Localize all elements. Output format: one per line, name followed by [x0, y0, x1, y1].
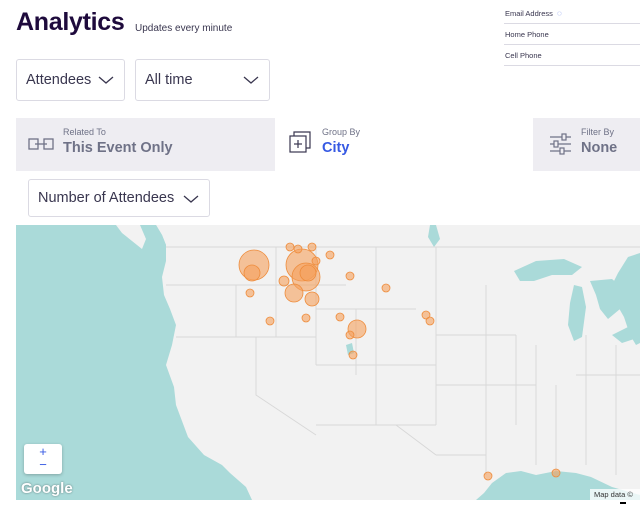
field-cell-phone[interactable]: Cell Phone — [504, 45, 640, 66]
map-canvas — [16, 225, 640, 500]
attendees-dropdown-value: Attendees — [26, 72, 92, 88]
link-event-icon — [28, 138, 54, 150]
tab-group-by[interactable]: Group By City — [275, 118, 533, 171]
tab-related-to[interactable]: Related To This Event Only — [16, 118, 275, 171]
analytics-tabs: Related To This Event Only Group By City… — [16, 118, 640, 171]
map-marker — [299, 264, 317, 282]
map-marker — [301, 313, 311, 323]
field-email-address[interactable]: Email Address ◌ — [504, 3, 640, 24]
time-range-dropdown-value: All time — [145, 72, 193, 88]
map-marker — [284, 283, 304, 303]
map-marker — [285, 242, 295, 252]
map-marker — [278, 275, 290, 287]
tab-related-label: Related To — [63, 127, 106, 137]
map-attribution[interactable]: Map data © — [590, 489, 640, 500]
field-label: Home Phone — [505, 29, 549, 39]
map-marker — [381, 283, 391, 293]
field-label: Email Address — [505, 8, 553, 18]
group-add-icon — [289, 131, 311, 153]
map-marker — [348, 350, 358, 360]
tab-filter-label: Filter By — [581, 127, 615, 137]
field-home-phone[interactable]: Home Phone — [504, 24, 640, 45]
field-list: Email Address ◌ Home Phone Cell Phone — [504, 3, 640, 66]
sort-arrows-icon[interactable]: ◌ — [557, 9, 562, 18]
tab-related-value: This Event Only — [63, 140, 173, 156]
map-marker — [245, 288, 255, 298]
filter-sliders-icon — [550, 133, 571, 155]
map-marker — [483, 471, 493, 481]
map-marker — [425, 316, 435, 326]
map-marker — [307, 242, 317, 252]
map-marker — [293, 244, 303, 254]
field-label: Cell Phone — [505, 50, 542, 60]
map-marker — [243, 264, 261, 282]
tab-group-label: Group By — [322, 127, 361, 137]
google-logo: Google — [21, 480, 73, 497]
map-marker — [345, 330, 355, 340]
metric-dropdown-value: Number of Attendees — [38, 190, 175, 206]
attendees-dropdown[interactable]: Attendees — [16, 59, 125, 101]
chevron-down-icon — [98, 76, 114, 84]
map-marker — [304, 291, 320, 307]
map-marker — [311, 256, 321, 266]
time-range-dropdown[interactable]: All time — [135, 59, 270, 101]
tab-group-value: City — [322, 140, 350, 156]
attendee-map[interactable] — [16, 225, 640, 500]
map-marker — [551, 468, 561, 478]
zoom-out-button[interactable]: − — [24, 457, 62, 472]
map-marker — [335, 312, 345, 322]
cursor-mark — [620, 502, 626, 504]
chevron-down-icon — [243, 76, 259, 84]
metric-dropdown[interactable]: Number of Attendees — [28, 179, 210, 217]
map-zoom-control: + − — [24, 444, 62, 474]
page-title: Analytics — [16, 8, 125, 36]
chevron-down-icon — [183, 195, 199, 203]
map-marker — [345, 271, 355, 281]
map-marker — [325, 250, 335, 260]
tab-filter-by[interactable]: Filter By None — [533, 118, 640, 171]
page-subtitle: Updates every minute — [135, 23, 233, 34]
map-marker — [265, 316, 275, 326]
vancouver-island — [116, 225, 146, 249]
tab-filter-value: None — [581, 140, 618, 156]
